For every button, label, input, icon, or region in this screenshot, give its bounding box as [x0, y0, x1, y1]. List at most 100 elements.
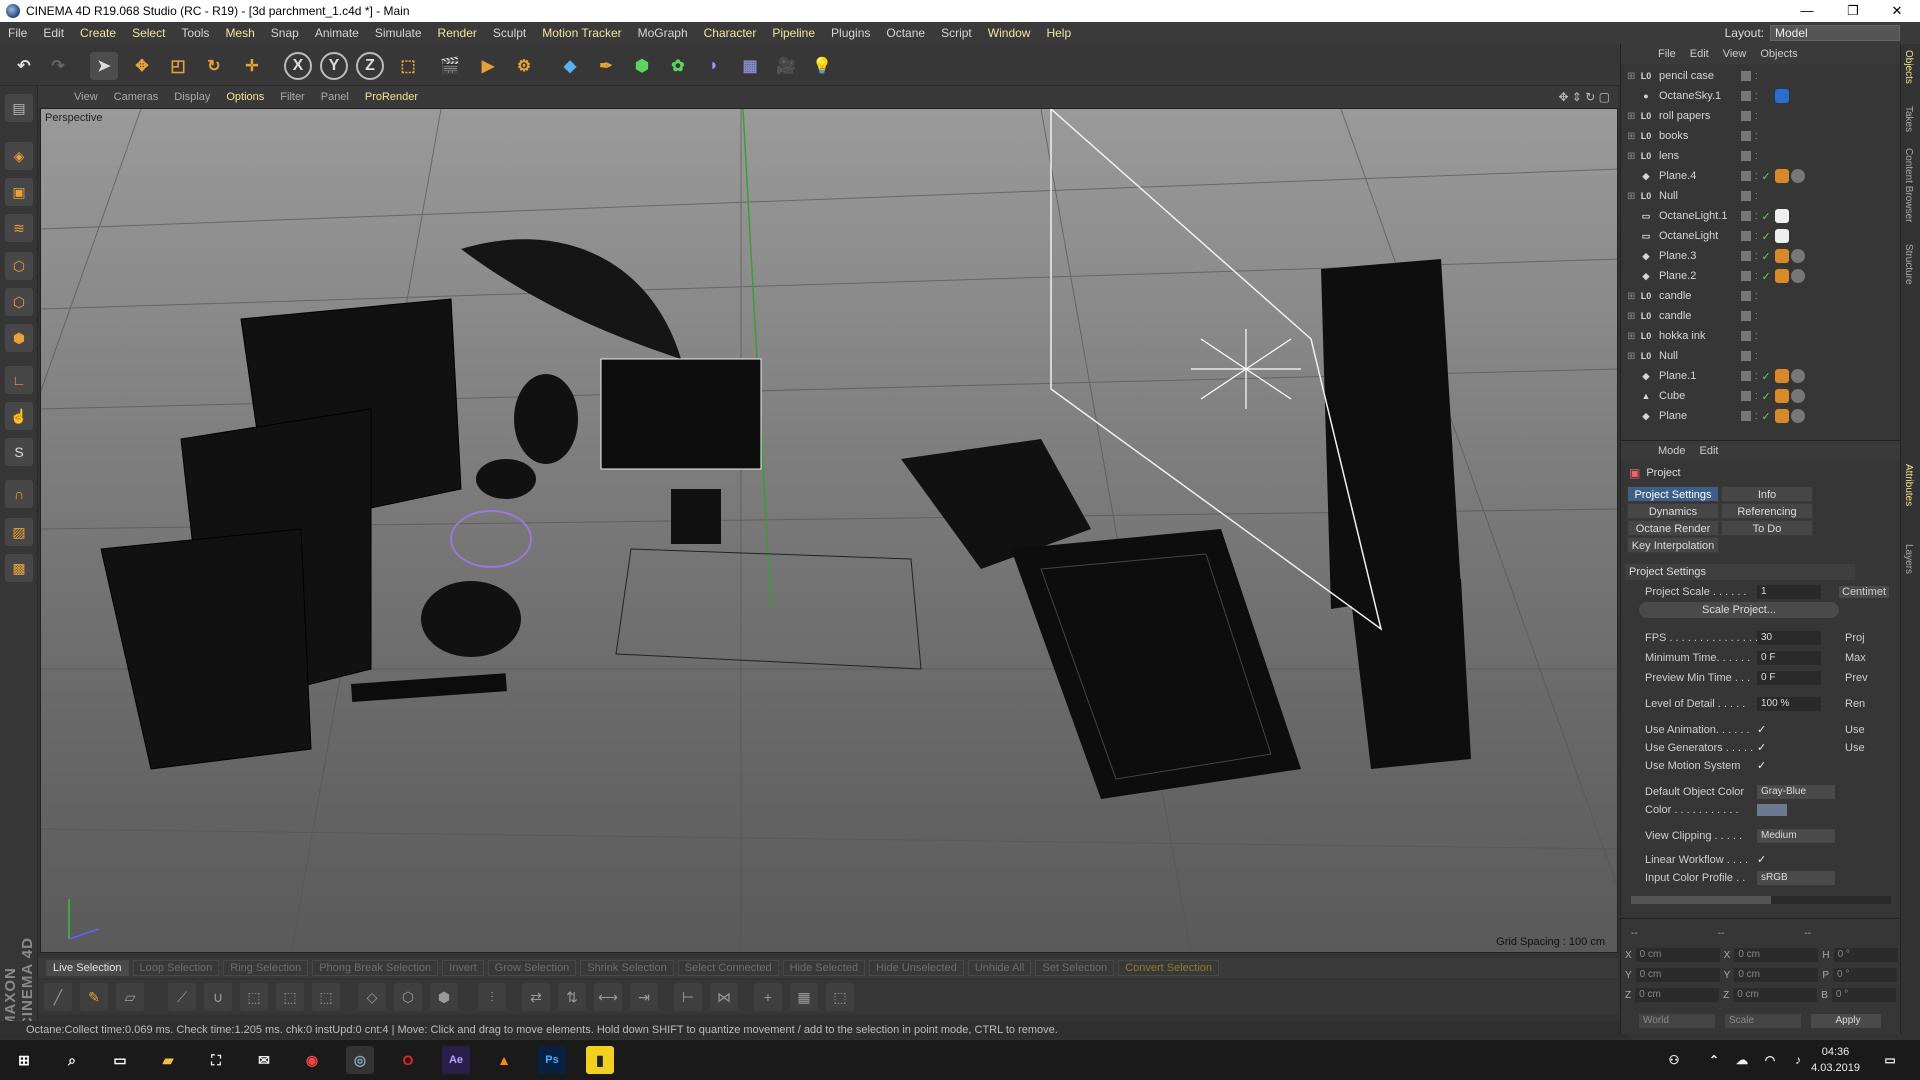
layer-icon[interactable] — [1741, 271, 1751, 281]
render-picture-viewer-icon[interactable]: ▶ — [474, 52, 502, 80]
axis-mode-icon[interactable]: ∟ — [5, 366, 33, 394]
object-name[interactable]: Plane.4 — [1659, 170, 1739, 182]
visibility-dots-icon[interactable]: ⁚ — [1755, 132, 1758, 141]
redo-icon[interactable]: ↷ — [44, 52, 72, 80]
menu-file[interactable]: File — [0, 26, 35, 40]
attrmenu-mode[interactable]: Mode — [1651, 445, 1693, 457]
use-motion-checkbox[interactable]: ✓ — [1757, 760, 1769, 772]
enabled-check-icon[interactable]: ✓ — [1762, 410, 1771, 423]
scale-icon[interactable]: ◰ — [164, 52, 192, 80]
triangulate-icon[interactable]: ⬚ — [826, 983, 854, 1011]
enabled-check-icon[interactable]: ✓ — [1762, 250, 1771, 263]
visibility-dots-icon[interactable]: ⁚ — [1755, 292, 1758, 301]
hide-unselected-button[interactable]: Hide Unselected — [869, 960, 964, 976]
layer-icon[interactable] — [1741, 411, 1751, 421]
coords-rot-field[interactable]: 0 ° — [1833, 968, 1898, 982]
enabled-check-icon[interactable]: ✓ — [1762, 370, 1771, 383]
object-row[interactable]: ⊞ L0 lens ⁚ — [1621, 146, 1901, 166]
visibility-dots-icon[interactable]: ⁚ — [1755, 72, 1758, 81]
menu-script[interactable]: Script — [933, 26, 980, 40]
layer-icon[interactable] — [1741, 151, 1751, 161]
object-row[interactable]: ⊞ L0 Null ⁚ — [1621, 346, 1901, 366]
floor-icon[interactable]: ▦ — [736, 52, 764, 80]
menu-select[interactable]: Select — [124, 26, 173, 40]
tab-key-interpolation[interactable]: Key Interpolation — [1627, 537, 1719, 553]
minimize-button[interactable]: — — [1784, 0, 1830, 22]
coords-pos-field[interactable]: 0 cm — [1635, 948, 1720, 962]
expand-icon[interactable]: ⊞ — [1627, 191, 1637, 202]
object-name[interactable]: Plane.2 — [1659, 270, 1739, 282]
z-axis-lock[interactable]: Z — [356, 52, 384, 80]
menu-plugins[interactable]: Plugins — [823, 26, 878, 40]
viewport-menu-view[interactable]: View — [66, 91, 106, 103]
menu-tools[interactable]: Tools — [173, 26, 217, 40]
spin-edge-icon[interactable]: ⇅ — [558, 983, 586, 1011]
invert-button[interactable]: Invert — [442, 960, 484, 976]
menu-window[interactable]: Window — [980, 26, 1039, 40]
camera-icon[interactable]: 🎥 — [772, 52, 800, 80]
subdivide-icon[interactable]: ▦ — [790, 983, 818, 1011]
brush-icon[interactable]: ✎ — [80, 983, 108, 1011]
enabled-check-icon[interactable]: ✓ — [1762, 230, 1771, 243]
object-name[interactable]: OctaneLight — [1659, 230, 1739, 242]
material-tag-icon[interactable] — [1775, 369, 1789, 383]
last-tool-icon[interactable]: ✛ — [238, 52, 266, 80]
object-row[interactable]: ⊞ L0 candle ⁚ — [1621, 306, 1901, 326]
preview-min-field[interactable]: 0 F — [1757, 671, 1821, 685]
object-name[interactable]: Plane.3 — [1659, 250, 1739, 262]
knife-icon[interactable]: ⟋ — [168, 983, 196, 1011]
object-row[interactable]: ● OctaneSky.1 ⁚ — [1621, 86, 1901, 106]
input-profile-dropdown[interactable]: sRGB — [1757, 871, 1835, 885]
environment-tag-icon[interactable] — [1775, 89, 1789, 103]
viewport-menu-prorender[interactable]: ProRender — [357, 91, 426, 103]
layer-icon[interactable] — [1741, 231, 1751, 241]
photoshop-icon[interactable]: Ps — [538, 1046, 566, 1074]
texture-tag-icon[interactable] — [1791, 369, 1805, 383]
model-mode-icon[interactable]: ◈ — [5, 142, 33, 170]
object-name[interactable]: hokka ink — [1659, 330, 1739, 342]
visibility-dots-icon[interactable]: ⁚ — [1755, 92, 1758, 101]
set-selection-button[interactable]: Set Selection — [1035, 960, 1115, 976]
menu-render[interactable]: Render — [430, 26, 485, 40]
menu-edit[interactable]: Edit — [35, 26, 72, 40]
viewport-menu-display[interactable]: Display — [166, 91, 218, 103]
visibility-dots-icon[interactable]: ⁚ — [1755, 332, 1758, 341]
layer-icon[interactable] — [1741, 331, 1751, 341]
menu-create[interactable]: Create — [72, 26, 124, 40]
enabled-check-icon[interactable]: ✓ — [1762, 210, 1771, 223]
layer-icon[interactable] — [1741, 351, 1751, 361]
expand-icon[interactable]: ⊞ — [1627, 151, 1637, 162]
texture-tag-icon[interactable] — [1791, 409, 1805, 423]
visibility-dots-icon[interactable]: ⁚ — [1755, 352, 1758, 361]
visibility-dots-icon[interactable]: ⁚ — [1755, 152, 1758, 161]
object-name[interactable]: candle — [1659, 310, 1739, 322]
magnet-icon[interactable]: ∪ — [204, 983, 232, 1011]
expand-icon[interactable]: ⊞ — [1627, 111, 1637, 122]
attr-horizontal-scrollbar[interactable] — [1631, 896, 1891, 904]
spline-pen-icon[interactable]: ✒ — [592, 52, 620, 80]
chrome-icon[interactable]: ◉ — [298, 1046, 326, 1074]
tab-octane-render[interactable]: Octane Render — [1627, 520, 1719, 536]
after-effects-icon[interactable]: Ae — [442, 1046, 470, 1074]
object-row[interactable]: ◆ Plane.4 ⁚ ✓ — [1621, 166, 1901, 186]
workplane-icon[interactable]: ≋ — [5, 214, 33, 242]
enabled-check-icon[interactable]: ✓ — [1762, 270, 1771, 283]
object-name[interactable]: lens — [1659, 150, 1739, 162]
phong-break-selection-button[interactable]: Phong Break Selection — [312, 960, 439, 976]
solo-mode-icon[interactable]: S — [5, 438, 33, 466]
fps-field[interactable]: 30 — [1757, 631, 1821, 645]
select-connected-button[interactable]: Select Connected — [677, 960, 779, 976]
menu-pipeline[interactable]: Pipeline — [764, 26, 823, 40]
visibility-dots-icon[interactable]: ⁚ — [1755, 412, 1758, 421]
move-icon[interactable]: ✥ — [128, 52, 156, 80]
layer-icon[interactable] — [1741, 111, 1751, 121]
expand-icon[interactable]: ⊞ — [1627, 71, 1637, 82]
visibility-dots-icon[interactable]: ⁚ — [1755, 212, 1758, 221]
object-row[interactable]: ◆ Plane ⁚ ✓ — [1621, 406, 1901, 426]
layer-icon[interactable] — [1741, 71, 1751, 81]
notifications-icon[interactable]: ▭ — [1876, 1046, 1904, 1074]
side-tab-structure[interactable]: Structure — [1903, 244, 1914, 285]
linear-workflow-checkbox[interactable]: ✓ — [1757, 854, 1769, 866]
visibility-dots-icon[interactable]: ⁚ — [1755, 372, 1758, 381]
cinema4d-taskbar-icon[interactable]: ◎ — [346, 1046, 374, 1074]
